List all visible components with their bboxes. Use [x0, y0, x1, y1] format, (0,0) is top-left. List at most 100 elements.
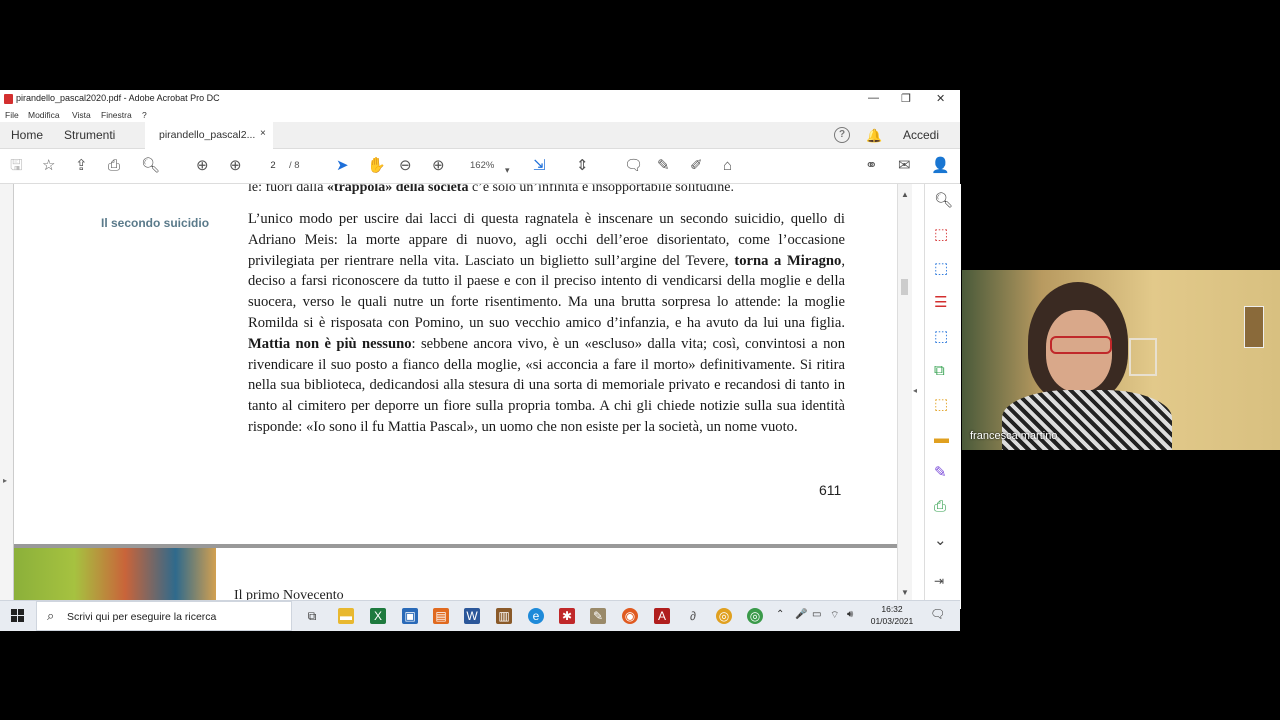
document-view[interactable]: le: fuori dalla «trappola» della società… — [13, 184, 898, 630]
chevron-down-icon[interactable]: ▾ — [505, 161, 510, 179]
link-icon[interactable]: ⚭ — [865, 157, 878, 175]
app-gray-icon[interactable]: ✎ — [590, 608, 606, 624]
edit-pdf-icon[interactable]: ⬚ — [934, 328, 948, 346]
app-icon[interactable]: ▤ — [433, 608, 449, 624]
left-gutter: ▸ — [0, 184, 13, 630]
combine-files-icon[interactable]: ⧉ — [934, 362, 945, 380]
title-bar: pirandello_pascal2020.pdf - Adobe Acroba… — [0, 90, 960, 108]
chrome-icon[interactable]: ◎ — [716, 608, 732, 624]
taskbar-clock[interactable]: 16:32 01/03/2021 — [862, 603, 922, 627]
scroll-down-icon[interactable]: ▼ — [901, 588, 909, 597]
taskbar-search-input[interactable]: ⌕ Scrivi qui per eseguire la ricerca — [36, 601, 292, 631]
app-red-icon[interactable]: ✱ — [559, 608, 575, 624]
participant-name: francesca martino — [970, 430, 1058, 442]
clock-time: 16:32 — [881, 604, 903, 614]
vertical-scrollbar[interactable]: ▲ ▼ — [897, 184, 912, 630]
page-down-icon[interactable]: ⊕ — [229, 157, 242, 175]
tab-home[interactable]: Home — [11, 128, 43, 142]
star-icon[interactable]: ☆ — [42, 157, 55, 175]
save-icon[interactable]: 🖫 — [10, 157, 23, 175]
zoom-in-icon[interactable]: ⊕ — [432, 157, 445, 175]
add-user-icon[interactable]: 👤 — [931, 157, 950, 175]
bell-icon[interactable]: 🔔 — [866, 128, 882, 144]
windows-taskbar: ⌕ Scrivi qui per eseguire la ricerca ⧉ ▬… — [0, 600, 960, 631]
wall-frame — [1129, 338, 1157, 376]
signin-button[interactable]: Accedi — [903, 128, 939, 142]
window-title: pirandello_pascal2020.pdf - Adobe Acroba… — [16, 93, 220, 103]
body-paragraph: L’unico modo per uscire dai lacci di que… — [248, 211, 846, 435]
library-icon[interactable]: ▥ — [496, 608, 512, 624]
zoom-select[interactable]: 162% — [470, 158, 494, 173]
photos-icon[interactable]: ▣ — [402, 608, 418, 624]
scroll-mode-icon[interactable]: ⇕ — [576, 157, 589, 175]
print-icon[interactable]: ⎙ — [108, 157, 120, 175]
select-cursor-icon[interactable]: ➤ — [336, 157, 349, 175]
collapse-panel-icon[interactable]: ⇥ — [934, 572, 944, 590]
draw-icon[interactable]: ✐ — [690, 157, 703, 175]
acrobat-taskbar-icon[interactable]: A — [654, 608, 670, 624]
tools-panel: 🔍︎ ⬚ ⬚ ☰ ⬚ ⧉ ⬚ ▬ ✎ ⎙ ⌄ ⇥ — [924, 184, 961, 609]
search-icon[interactable]: 🔍︎ — [141, 157, 160, 175]
comment-tool-icon[interactable]: ▬ — [934, 430, 949, 448]
organize-pages-icon[interactable]: ☰ — [934, 294, 947, 312]
close-button[interactable]: ✕ — [936, 92, 945, 105]
menu-file[interactable]: File — [5, 110, 19, 120]
scroll-up-icon[interactable]: ▲ — [901, 190, 909, 199]
tab-bar: Home Strumenti pirandello_pascal2... × ?… — [0, 122, 960, 149]
create-pdf-icon[interactable]: ⬚ — [934, 260, 948, 278]
wifi-icon[interactable]: ⌔ — [830, 609, 839, 622]
print-production-icon[interactable]: ⎙ — [934, 498, 946, 516]
right-panel-toggle-icon[interactable]: ◂ — [913, 386, 917, 395]
windows-start-icon[interactable] — [11, 609, 25, 623]
left-panel-toggle-icon[interactable]: ▸ — [3, 476, 7, 485]
fill-sign-icon[interactable]: ✎ — [934, 464, 947, 482]
menu-finestra[interactable]: Finestra — [101, 110, 132, 120]
section-label: Il secondo suicidio — [101, 216, 210, 230]
more-tools-icon[interactable]: ⌄ — [934, 532, 947, 550]
comment-icon[interactable]: 🗨 — [624, 157, 643, 175]
battery-icon[interactable]: ▭ — [812, 609, 821, 620]
toolbar: 🖫 ☆ ⇪ ⎙ 🔍︎ ⊕ ⊕ 2 / 8 ➤ ✋ ⊖ ⊕ 162% ▾ ⇲ ⇕ … — [0, 149, 960, 184]
menu-vista[interactable]: Vista — [72, 110, 91, 120]
menu-bar: File Modifica Vista Finestra ? — [0, 108, 960, 122]
page-number-input[interactable]: 2 — [262, 158, 284, 173]
video-call-tile[interactable]: francesca martino — [962, 270, 1280, 450]
help-icon[interactable]: ? — [834, 127, 850, 143]
close-tab-icon[interactable]: × — [260, 128, 266, 139]
task-view-icon[interactable]: ⧉ — [304, 608, 320, 624]
volume-icon[interactable]: 🔊︎ — [847, 609, 853, 620]
excel-icon[interactable]: X — [370, 608, 386, 624]
menu-modifica[interactable]: Modifica — [28, 110, 60, 120]
file-explorer-icon[interactable]: ▬ — [338, 608, 354, 624]
restore-button[interactable]: ❐ — [901, 92, 911, 105]
pdf-file-icon — [4, 94, 13, 104]
tray-chevron-up-icon[interactable]: ⌃ — [776, 609, 784, 620]
zoom-out-icon[interactable]: ⊖ — [399, 157, 412, 175]
page-number: 611 — [819, 482, 842, 498]
word-icon[interactable]: W — [464, 608, 480, 624]
protect-icon[interactable]: ⬚ — [934, 396, 948, 414]
scroll-thumb[interactable] — [901, 279, 908, 295]
minimize-button[interactable]: — — [868, 92, 879, 104]
edge-icon[interactable]: e — [528, 608, 544, 624]
hand-tool-icon[interactable]: ✋ — [367, 157, 386, 175]
stamp-icon[interactable]: ⌂ — [723, 157, 732, 175]
chrome-2-icon[interactable]: ◎ — [747, 608, 763, 624]
tab-document[interactable]: pirandello_pascal2... × — [145, 122, 273, 149]
mail-icon[interactable]: ✉ — [898, 157, 911, 175]
page-up-icon[interactable]: ⊕ — [196, 157, 209, 175]
notification-icon[interactable]: 🗨 — [930, 607, 945, 621]
highlight-pen-icon[interactable]: ✎ — [657, 157, 670, 175]
app-fx-icon[interactable]: ∂ — [685, 608, 701, 624]
participant-glasses — [1050, 336, 1112, 354]
microphone-icon[interactable]: 🎤 — [795, 609, 807, 620]
search-tool-icon[interactable]: 🔍︎ — [934, 192, 953, 210]
search-icon: ⌕ — [47, 608, 55, 623]
taskbar-search-placeholder: Scrivi qui per eseguire la ricerca — [67, 611, 217, 623]
menu-help[interactable]: ? — [142, 110, 147, 120]
upload-icon[interactable]: ⇪ — [75, 157, 88, 175]
fit-page-icon[interactable]: ⇲ — [533, 157, 546, 175]
tab-tools[interactable]: Strumenti — [64, 128, 115, 142]
firefox-icon[interactable]: ◉ — [622, 608, 638, 624]
export-pdf-icon[interactable]: ⬚ — [934, 226, 948, 244]
